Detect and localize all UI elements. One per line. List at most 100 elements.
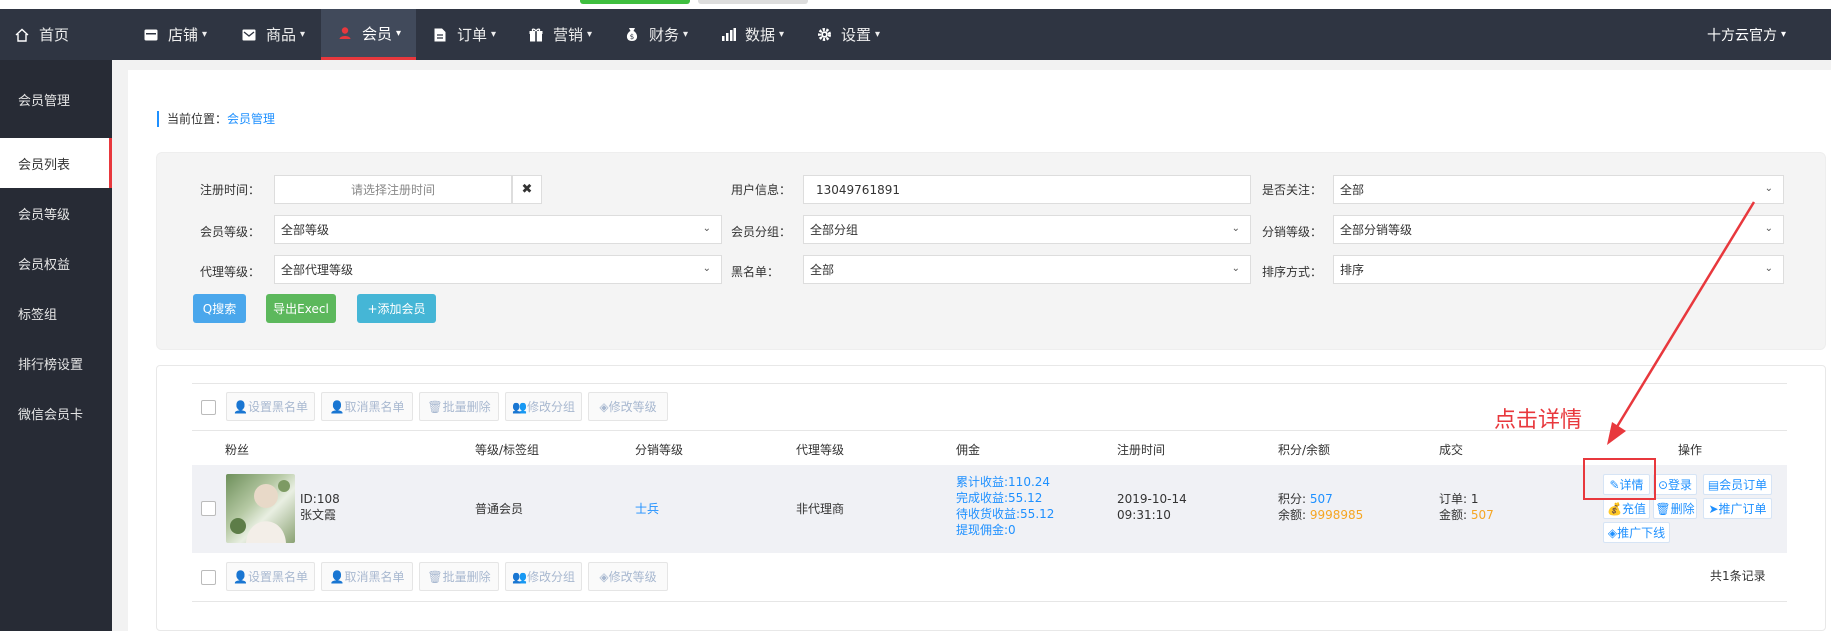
tool-label: 取消黑名单 bbox=[344, 570, 405, 584]
user-icon: 👤 bbox=[233, 399, 248, 414]
sidebar-item-member-level[interactable]: 会员等级 bbox=[0, 188, 112, 238]
commission-withdrawn: 提现佣金:0 bbox=[956, 523, 1016, 537]
select-all-checkbox-bottom[interactable] bbox=[201, 570, 216, 585]
order-icon bbox=[432, 27, 448, 43]
sidebar-item-ranking[interactable]: 排行榜设置 bbox=[0, 338, 112, 388]
cancel-blacklist-button[interactable]: 👤 取消黑名单 bbox=[321, 392, 413, 421]
tool-label: 取消黑名单 bbox=[344, 400, 405, 414]
top-green-tab[interactable] bbox=[580, 0, 690, 4]
nav-marketing-label: 营销 bbox=[553, 26, 584, 44]
sidebar-item-label: 会员权益 bbox=[18, 257, 71, 273]
dist-select[interactable]: 全部分销等级 ⌄ bbox=[1333, 215, 1784, 244]
edit-level-button[interactable]: ◈ 修改等级 bbox=[588, 392, 668, 421]
row-checkbox[interactable] bbox=[201, 501, 216, 516]
record-count: 共1条记录 bbox=[1710, 569, 1766, 583]
nav-home[interactable]: 首页 bbox=[14, 9, 69, 60]
downline-button[interactable]: ◈ 推广下线 bbox=[1603, 522, 1670, 543]
follow-label: 是否关注： bbox=[1262, 183, 1323, 197]
chevron-down-icon: ▾ bbox=[202, 29, 208, 40]
edit-level-button-bottom[interactable]: ◈ 修改等级 bbox=[588, 562, 668, 591]
layers-icon: ◈ bbox=[599, 399, 609, 414]
user-info-input[interactable]: 13049761891 bbox=[803, 175, 1251, 204]
member-agent-level: 非代理商 bbox=[796, 502, 845, 516]
nav-product[interactable]: 商品 ▾ bbox=[241, 9, 305, 60]
points-label: 积分: bbox=[1278, 492, 1310, 506]
clear-icon[interactable]: ✖ bbox=[512, 175, 542, 204]
reg-time-input[interactable]: 请选择注册时间 bbox=[274, 175, 512, 204]
nav-home-label: 首页 bbox=[39, 26, 70, 44]
nav-product-label: 商品 bbox=[266, 26, 297, 44]
nav-shop[interactable]: 店铺 ▾ bbox=[143, 9, 207, 60]
nav-settings[interactable]: 设置 ▾ bbox=[816, 9, 880, 60]
nav-marketing[interactable]: 营销 ▾ bbox=[528, 9, 592, 60]
sidebar-item-wechat-card[interactable]: 微信会员卡 bbox=[0, 388, 112, 438]
recharge-button[interactable]: 💰 充值 bbox=[1603, 498, 1650, 519]
edit-group-button-bottom[interactable]: 👥 修改分组 bbox=[505, 562, 582, 591]
login-button[interactable]: ⊙ 登录 bbox=[1653, 474, 1697, 495]
nav-order[interactable]: 订单 ▾ bbox=[432, 9, 496, 60]
reg-time: 09:31:10 bbox=[1117, 508, 1171, 522]
sidebar: 会员管理 会员列表 会员等级 会员权益 标签组 排行榜设置 微信会员卡 bbox=[0, 60, 112, 631]
annotation-box bbox=[1583, 458, 1656, 500]
blacklist-select[interactable]: 全部 ⌄ bbox=[803, 255, 1251, 284]
user-icon: 👤 bbox=[329, 569, 345, 584]
batch-delete-button[interactable]: 🗑 批量删除 bbox=[419, 392, 499, 421]
agent-select[interactable]: 全部代理等级 ⌄ bbox=[274, 255, 722, 284]
group-select[interactable]: 全部分组 ⌄ bbox=[803, 215, 1251, 244]
cancel-blacklist-button-bottom[interactable]: 👤 取消黑名单 bbox=[321, 562, 413, 591]
user-icon: 👤 bbox=[233, 569, 248, 584]
nav-finance[interactable]: $ 财务 ▾ bbox=[624, 9, 688, 60]
user-menu[interactable]: 十方云官方 ▾ bbox=[1707, 9, 1786, 60]
set-blacklist-button[interactable]: 👤 设置黑名单 bbox=[226, 392, 315, 421]
orders-label: 订单: bbox=[1439, 492, 1471, 506]
sort-select[interactable]: 排序 ⌄ bbox=[1333, 255, 1784, 284]
moneybag-icon: $ bbox=[624, 27, 640, 43]
search-button[interactable]: Q搜索 bbox=[193, 294, 246, 323]
edit-group-button[interactable]: 👥 修改分组 bbox=[505, 392, 582, 421]
sidebar-item-label: 会员管理 bbox=[18, 93, 71, 109]
dist-label: 分销等级： bbox=[1262, 225, 1323, 239]
nav-settings-label: 设置 bbox=[841, 26, 872, 44]
trash-icon: 🗑 bbox=[427, 399, 443, 414]
tool-label: 修改等级 bbox=[608, 570, 657, 584]
chevron-down-icon: ▾ bbox=[587, 29, 593, 40]
home-icon bbox=[14, 27, 30, 43]
top-navbar: 首页 店铺 ▾ 商品 ▾ 会员 ▾ 订单 ▾ 营销 ▾ $ 财务 ▾ 数据 ▾ … bbox=[0, 9, 1831, 60]
op-label: 登录 bbox=[1668, 478, 1693, 492]
blacklist-value: 全部 bbox=[810, 263, 835, 277]
breadcrumb-link[interactable]: 会员管理 bbox=[227, 112, 275, 126]
batch-delete-button-bottom[interactable]: 🗑 批量删除 bbox=[419, 562, 499, 591]
chevron-down-icon: ⌄ bbox=[702, 263, 711, 274]
top-strip bbox=[0, 0, 1831, 9]
top-gray-tab[interactable] bbox=[698, 0, 808, 4]
set-blacklist-button-bottom[interactable]: 👤 设置黑名单 bbox=[226, 562, 315, 591]
trash-icon: 🗑 bbox=[1655, 501, 1671, 516]
member-dist-level[interactable]: 士兵 bbox=[635, 502, 659, 517]
divider bbox=[192, 601, 1787, 602]
reg-date: 2019-10-14 bbox=[1117, 492, 1187, 506]
sidebar-item-member-rights[interactable]: 会员权益 bbox=[0, 238, 112, 288]
sidebar-item-member-list[interactable]: 会员列表 bbox=[0, 138, 112, 188]
export-button[interactable]: 导出Execl bbox=[266, 294, 336, 323]
layers-icon: ◈ bbox=[1607, 525, 1618, 540]
delete-button[interactable]: 🗑 删除 bbox=[1653, 498, 1697, 519]
member-name: 张文霞 bbox=[300, 508, 337, 522]
nav-finance-label: 财务 bbox=[649, 26, 680, 44]
chevron-down-icon: ▾ bbox=[396, 27, 402, 39]
select-all-checkbox[interactable] bbox=[201, 400, 216, 415]
sidebar-item-tag-group[interactable]: 标签组 bbox=[0, 288, 112, 338]
follow-select[interactable]: 全部 ⌄ bbox=[1333, 175, 1784, 204]
chart-icon bbox=[720, 27, 736, 43]
add-member-button[interactable]: +添加会员 bbox=[357, 294, 436, 323]
level-select[interactable]: 全部等级 ⌄ bbox=[274, 215, 722, 244]
document-icon: ▤ bbox=[1707, 477, 1720, 492]
tool-label: 批量删除 bbox=[442, 400, 491, 414]
op-label: 删除 bbox=[1670, 502, 1695, 516]
nav-data[interactable]: 数据 ▾ bbox=[720, 9, 784, 60]
nav-member[interactable]: 会员 ▾ bbox=[321, 9, 416, 60]
member-id: ID:108 bbox=[300, 492, 340, 506]
col-header-deal: 成交 bbox=[1439, 443, 1464, 457]
promo-orders-button[interactable]: ➤ 推广订单 bbox=[1703, 498, 1772, 519]
sidebar-item-member-manage[interactable]: 会员管理 bbox=[0, 60, 112, 138]
member-orders-button[interactable]: ▤ 会员订单 bbox=[1703, 474, 1772, 495]
